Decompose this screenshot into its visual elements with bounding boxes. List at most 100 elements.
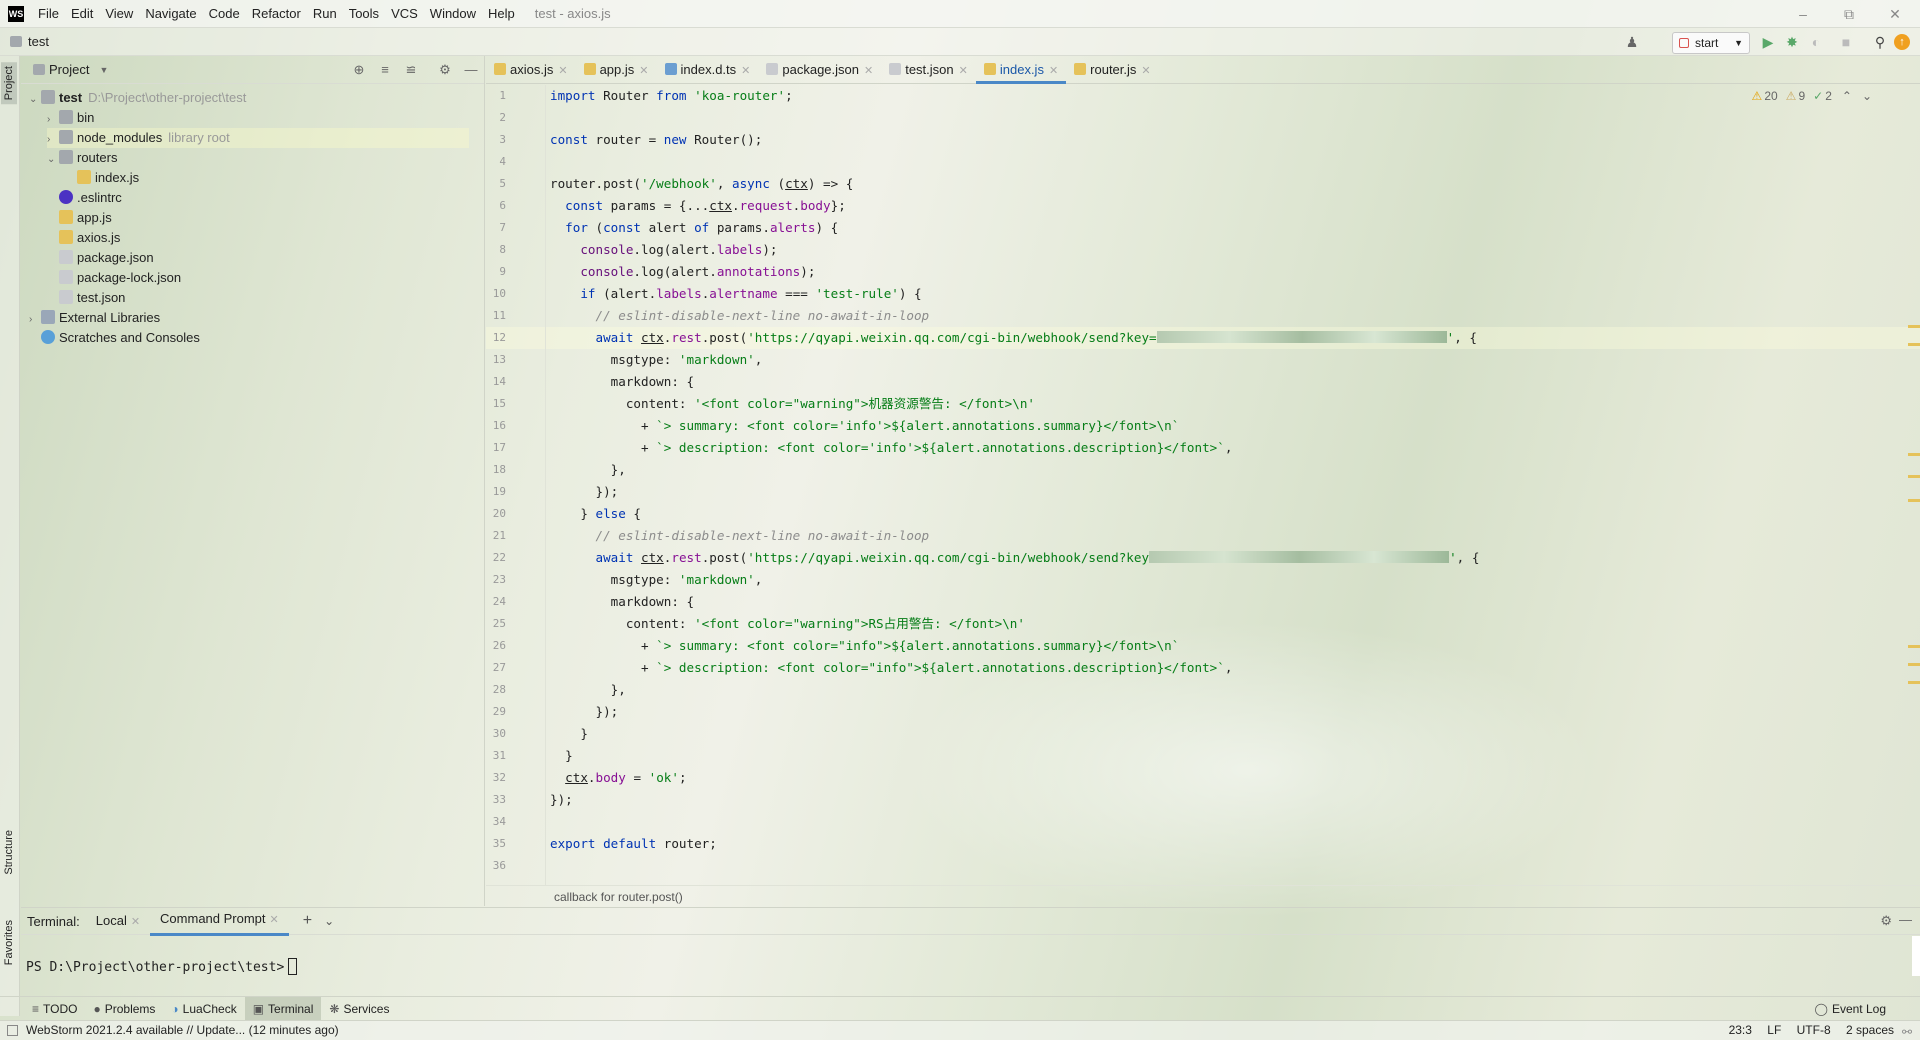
line-number[interactable]: 15: [486, 397, 506, 410]
terminal-tab-command-prompt[interactable]: Command Prompt ✕: [150, 906, 289, 936]
hide-icon[interactable]: —: [1899, 912, 1912, 927]
line-number[interactable]: 20: [486, 507, 506, 520]
code-line[interactable]: msgtype: 'markdown',: [550, 569, 763, 591]
code-editor[interactable]: 1 2 3 4 5 6 7 8 9 10 11 12 13 14 15 16 17 18 19 20 21 22 23 24 2…: [486, 85, 1920, 885]
code-line[interactable]: msgtype: 'markdown',: [550, 349, 763, 371]
tree-item[interactable]: ⌄ routers: [47, 148, 117, 168]
code-line[interactable]: });: [550, 789, 573, 811]
chevron-right-icon[interactable]: ›: [29, 310, 41, 330]
layout-icon[interactable]: [7, 1025, 18, 1036]
tree-item[interactable]: › node_modules library root: [47, 128, 469, 148]
stripe-mark[interactable]: [1908, 499, 1920, 502]
close-icon[interactable]: ✕: [741, 65, 750, 77]
project-panel-title[interactable]: Project: [49, 62, 89, 77]
tree-item[interactable]: ⌄ test D:\Project\other-project\test: [29, 88, 246, 108]
menu-vcs[interactable]: VCS: [385, 0, 424, 28]
hide-icon[interactable]: —: [463, 62, 479, 78]
chevron-down-icon[interactable]: ⌄: [324, 914, 334, 928]
line-number[interactable]: 32: [486, 771, 506, 784]
code-line[interactable]: },: [550, 459, 626, 481]
tree-item[interactable]: axios.js: [47, 228, 120, 248]
next-problem-icon[interactable]: ⌄: [1862, 89, 1872, 103]
code-line[interactable]: ctx.body = 'ok';: [550, 767, 686, 789]
stripe-mark[interactable]: [1908, 453, 1920, 456]
code-line[interactable]: const params = {...ctx.request.body};: [550, 195, 846, 217]
code-line[interactable]: export default router;: [550, 833, 717, 855]
code-line[interactable]: // eslint-disable-next-line no-await-in-…: [550, 305, 930, 327]
code-line[interactable]: router.post('/webhook', async (ctx) => {: [550, 173, 853, 195]
menu-file[interactable]: File: [32, 0, 65, 28]
line-number[interactable]: 1: [486, 89, 506, 102]
code-line[interactable]: // eslint-disable-next-line no-await-in-…: [550, 525, 930, 547]
code-line[interactable]: await ctx.rest.post('https://qyapi.weixi…: [550, 327, 1477, 349]
tree-item[interactable]: › bin: [47, 108, 94, 128]
tree-item[interactable]: Scratches and Consoles: [29, 328, 200, 348]
terminal-tool-button[interactable]: ▣ Terminal: [244, 996, 322, 1021]
line-number[interactable]: 21: [486, 529, 506, 542]
line-number[interactable]: 26: [486, 639, 506, 652]
menu-help[interactable]: Help: [482, 0, 521, 28]
services-tool-button[interactable]: ❋ Services: [321, 997, 397, 1021]
tree-item[interactable]: index.js: [65, 168, 139, 188]
minimize-icon[interactable]: –: [1780, 0, 1826, 28]
gear-icon[interactable]: ⚙: [437, 62, 453, 78]
menu-window[interactable]: Window: [424, 0, 482, 28]
caret-position[interactable]: 23:3: [1729, 1023, 1752, 1037]
line-number[interactable]: 36: [486, 859, 506, 872]
menu-refactor[interactable]: Refactor: [246, 0, 307, 28]
tree-item[interactable]: test.json: [47, 288, 125, 308]
stripe-mark[interactable]: [1908, 343, 1920, 346]
close-icon[interactable]: ✕: [959, 65, 968, 77]
status-message[interactable]: WebStorm 2021.2.4 available // Update...…: [26, 1021, 339, 1040]
stripe-mark[interactable]: [1908, 681, 1920, 684]
code-breadcrumb[interactable]: callback for router.post(): [486, 885, 1920, 907]
error-stripe[interactable]: [1908, 115, 1920, 875]
close-icon[interactable]: ✕: [131, 916, 140, 928]
search-icon[interactable]: ⚲: [1870, 32, 1890, 52]
new-tab-icon[interactable]: +: [303, 912, 312, 930]
event-log-button[interactable]: ◯ Event Log: [1807, 997, 1894, 1021]
terminal-tab-local[interactable]: Local ✕: [86, 908, 150, 935]
expand-all-icon[interactable]: ≡: [377, 62, 393, 78]
indent-setting[interactable]: 2 spaces: [1846, 1023, 1894, 1037]
run-config-select[interactable]: start ▼: [1672, 32, 1750, 54]
stripe-mark[interactable]: [1908, 645, 1920, 648]
line-number[interactable]: 24: [486, 595, 506, 608]
stripe-mark[interactable]: [1908, 475, 1920, 478]
code-line[interactable]: await ctx.rest.post('https://qyapi.weixi…: [550, 547, 1480, 569]
code-line[interactable]: console.log(alert.annotations);: [550, 261, 815, 283]
chevron-right-icon[interactable]: ›: [47, 110, 59, 130]
code-line[interactable]: });: [550, 701, 618, 723]
stop-icon[interactable]: ■: [1836, 32, 1856, 52]
user-icon[interactable]: ♟: [1622, 32, 1642, 52]
code-line[interactable]: }: [550, 723, 588, 745]
close-icon[interactable]: ✕: [639, 65, 648, 77]
terminal-body[interactable]: PS D:\Project\other-project\test>: [21, 936, 1920, 994]
menu-code[interactable]: Code: [203, 0, 246, 28]
line-number[interactable]: 13: [486, 353, 506, 366]
line-number[interactable]: 33: [486, 793, 506, 806]
code-line[interactable]: + `> summary: <font color="info">${alert…: [550, 635, 1179, 657]
lock-icon[interactable]: ⚯: [1902, 1023, 1912, 1040]
line-number[interactable]: 5: [486, 177, 506, 190]
run-icon[interactable]: ▶: [1758, 32, 1778, 52]
line-number[interactable]: 6: [486, 199, 506, 212]
code-line[interactable]: for (const alert of params.alerts) {: [550, 217, 838, 239]
line-number[interactable]: 23: [486, 573, 506, 586]
editor-tab[interactable]: router.js ✕: [1066, 56, 1158, 84]
tree-item[interactable]: package-lock.json: [47, 268, 181, 288]
editor-tab[interactable]: test.json ✕: [881, 56, 976, 84]
update-icon[interactable]: ↑: [1894, 34, 1910, 50]
editor-tab[interactable]: package.json ✕: [758, 56, 881, 84]
code-line[interactable]: + `> description: <font color='info'>${a…: [550, 437, 1232, 459]
code-line[interactable]: const router = new Router();: [550, 129, 762, 151]
stripe-mark[interactable]: [1908, 325, 1920, 328]
line-number[interactable]: 31: [486, 749, 506, 762]
chevron-right-icon[interactable]: ›: [47, 130, 59, 150]
line-number[interactable]: 25: [486, 617, 506, 630]
code-line[interactable]: markdown: {: [550, 371, 694, 393]
breadcrumb-project[interactable]: test: [28, 34, 49, 49]
prev-problem-icon[interactable]: ⌃: [1842, 89, 1852, 103]
file-encoding[interactable]: UTF-8: [1797, 1023, 1831, 1037]
line-number[interactable]: 12: [486, 331, 506, 344]
